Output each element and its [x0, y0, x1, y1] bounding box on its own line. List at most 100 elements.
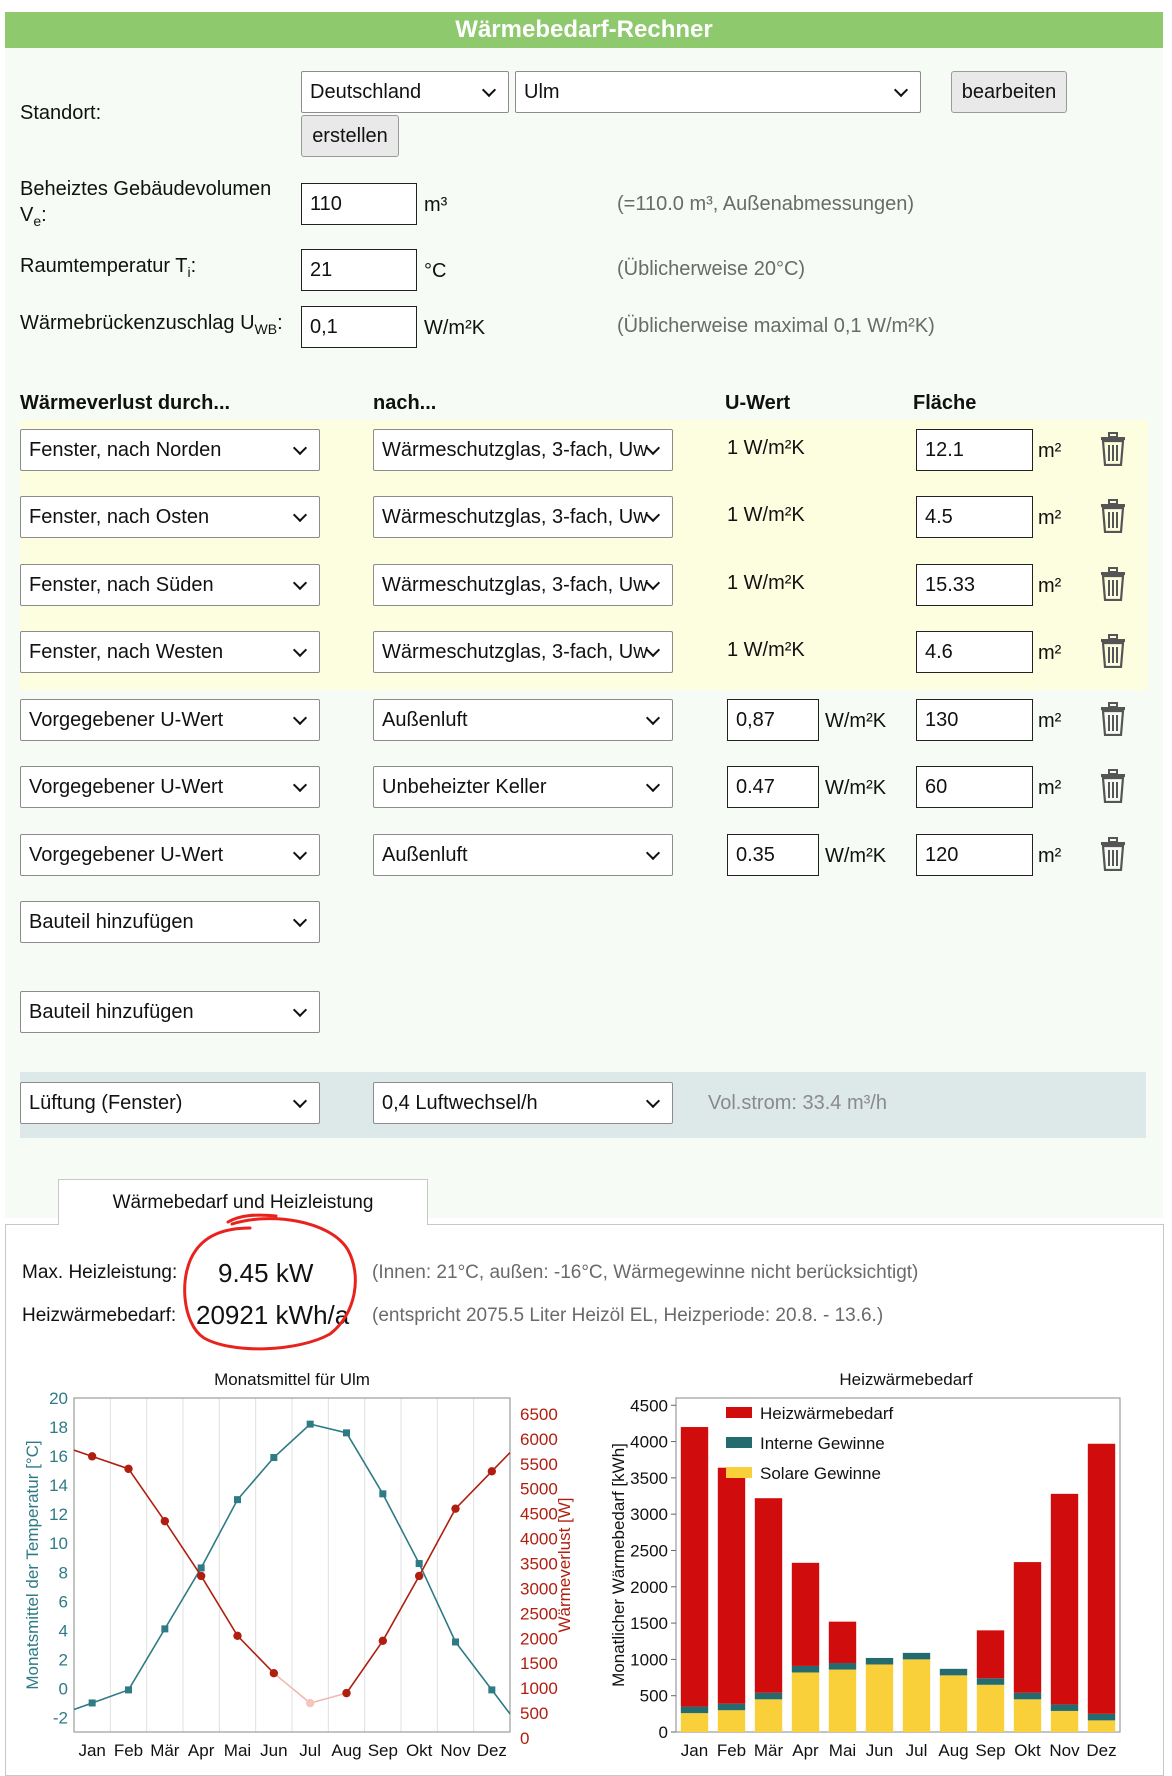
- chart1-y2tick: 4500: [520, 1505, 558, 1524]
- delete-row-icon[interactable]: [1098, 837, 1128, 872]
- bar-segment: [1013, 1562, 1042, 1693]
- u-value-text: 1 W/m²K: [727, 437, 805, 459]
- bar-segment: [680, 1427, 709, 1707]
- chart2-ytick: 4000: [630, 1433, 668, 1452]
- delete-row-icon[interactable]: [1098, 432, 1128, 467]
- heat-loss-point: [305, 1698, 315, 1708]
- u-value-text: 1 W/m²K: [727, 572, 805, 594]
- thermal-bridge-label-tail: :: [277, 312, 283, 334]
- component-select[interactable]: Fenster, nach Süden: [20, 564, 320, 606]
- bar-segment: [976, 1630, 1005, 1679]
- area-input[interactable]: 130: [916, 699, 1033, 741]
- bar-segment: [828, 1663, 857, 1670]
- component-select[interactable]: Vorgegebener U-Wert: [20, 834, 320, 876]
- room-temp-label-tail: :: [190, 255, 197, 277]
- area-input[interactable]: 120: [916, 834, 1033, 876]
- component-select[interactable]: Fenster, nach Westen: [20, 631, 320, 673]
- bar-segment: [791, 1672, 820, 1732]
- chart1-ytick: 4: [59, 1621, 68, 1640]
- bar-segment: [791, 1665, 820, 1673]
- chart1-ytick: 10: [49, 1534, 68, 1553]
- temperature-point: [488, 1686, 496, 1694]
- app-title: Wärmebedarf-Rechner: [5, 12, 1163, 48]
- temperature-point: [452, 1638, 459, 1646]
- u-value-input[interactable]: 0.47: [727, 766, 819, 808]
- add-component-select-2[interactable]: Bauteil hinzufügen: [20, 991, 320, 1033]
- target-select[interactable]: Wärmeschutzglas, 3-fach, Uw: [373, 631, 673, 673]
- chart2-ytick: 4500: [630, 1396, 668, 1415]
- ventilation-type-select[interactable]: Lüftung (Fenster): [20, 1082, 320, 1124]
- target-select[interactable]: Außenluft: [373, 699, 673, 741]
- bar-segment: [865, 1664, 894, 1732]
- delete-row-icon[interactable]: [1098, 567, 1128, 602]
- area-input[interactable]: 4.6: [916, 631, 1033, 673]
- chart2-xtick: Mai: [829, 1741, 856, 1760]
- bar-segment: [1013, 1692, 1042, 1700]
- chart1-xtick: Jun: [260, 1741, 287, 1760]
- chart1-y2tick: 3000: [520, 1579, 558, 1598]
- edit-location-button[interactable]: bearbeiten: [951, 71, 1067, 113]
- max-power-label: Max. Heizleistung:: [22, 1262, 178, 1283]
- chart2-xtick: Jun: [866, 1741, 893, 1760]
- heat-loss-series-line: [73, 1449, 275, 1674]
- bar-segment: [828, 1669, 857, 1732]
- target-select[interactable]: Wärmeschutzglas, 3-fach, Uw: [373, 564, 673, 606]
- target-select[interactable]: Wärmeschutzglas, 3-fach, Uw: [373, 496, 673, 538]
- chart2-ytick: 3000: [630, 1505, 668, 1524]
- volume-unit: m³: [424, 194, 448, 216]
- temperature-point: [270, 1454, 278, 1462]
- u-value-unit: W/m²K: [825, 710, 887, 732]
- max-power-hint: (Innen: 21°C, außen: -16°C, Wärmegewinne…: [372, 1262, 919, 1283]
- u-value-input[interactable]: 0.35: [727, 834, 819, 876]
- area-input[interactable]: 12.1: [916, 429, 1033, 471]
- volume-hint: (=110.0 m³, Außenabmessungen): [617, 193, 915, 215]
- thermal-bridge-label-sub: WB: [254, 321, 278, 337]
- bar-segment: [1087, 1443, 1116, 1714]
- room-temp-hint: (Üblicherweise 20°C): [617, 258, 806, 280]
- volume-flow-text: Vol.strom: 33.4 m³/h: [708, 1092, 887, 1114]
- legend-swatch: [726, 1467, 752, 1478]
- u-value-input[interactable]: 0,87: [727, 699, 819, 741]
- bar-segment: [902, 1652, 931, 1660]
- chart1-ytick: -2: [53, 1708, 68, 1727]
- delete-row-icon[interactable]: [1098, 702, 1128, 737]
- component-select[interactable]: Fenster, nach Osten: [20, 496, 320, 538]
- chart2-ytick: 1500: [630, 1614, 668, 1633]
- add-component-select[interactable]: Bauteil hinzufügen: [20, 901, 320, 943]
- bar-segment: [791, 1562, 820, 1666]
- city-select[interactable]: Ulm: [515, 71, 921, 113]
- country-select[interactable]: Deutschland: [301, 71, 509, 113]
- delete-row-icon[interactable]: [1098, 634, 1128, 669]
- delete-row-icon[interactable]: [1098, 499, 1128, 534]
- chart1-y2tick: 500: [520, 1704, 548, 1723]
- temperature-point: [415, 1560, 423, 1568]
- thermal-bridge-label-text: Wärmebrückenzuschlag U: [20, 312, 255, 334]
- component-select[interactable]: Fenster, nach Norden: [20, 429, 320, 471]
- chart1-ytick: 2: [59, 1650, 68, 1669]
- create-location-button[interactable]: erstellen: [301, 115, 399, 157]
- area-input[interactable]: 4.5: [916, 496, 1033, 538]
- room-temp-input[interactable]: 21: [301, 249, 417, 291]
- u-value-text: 1 W/m²K: [727, 504, 805, 526]
- temperature-point: [343, 1429, 350, 1437]
- component-select[interactable]: Vorgegebener U-Wert: [20, 699, 320, 741]
- volume-input[interactable]: 110: [301, 183, 417, 225]
- thermal-bridge-label: Wärmebrückenzuschlag UWB:: [20, 312, 283, 337]
- chart2-title: Heizwärmebedarf: [839, 1370, 972, 1389]
- thermal-bridge-input[interactable]: 0,1: [301, 306, 417, 348]
- target-select[interactable]: Wärmeschutzglas, 3-fach, Uw: [373, 429, 673, 471]
- heat-loss-series-line-faded: [273, 1672, 347, 1704]
- bar-segment: [1087, 1713, 1116, 1721]
- chart2-ytick: 500: [640, 1687, 668, 1706]
- heat-loss-series-line: [345, 1452, 511, 1694]
- component-select[interactable]: Vorgegebener U-Wert: [20, 766, 320, 808]
- bar-segment: [865, 1657, 894, 1665]
- annotation-circle: [183, 1213, 357, 1351]
- target-select[interactable]: Außenluft: [373, 834, 673, 876]
- delete-row-icon[interactable]: [1098, 769, 1128, 804]
- target-select[interactable]: Unbeheizter Keller: [373, 766, 673, 808]
- temperature-point: [379, 1490, 387, 1498]
- air-change-rate-select[interactable]: 0,4 Luftwechsel/h: [373, 1082, 673, 1124]
- area-input[interactable]: 60: [916, 766, 1033, 808]
- area-input[interactable]: 15.33: [916, 564, 1033, 606]
